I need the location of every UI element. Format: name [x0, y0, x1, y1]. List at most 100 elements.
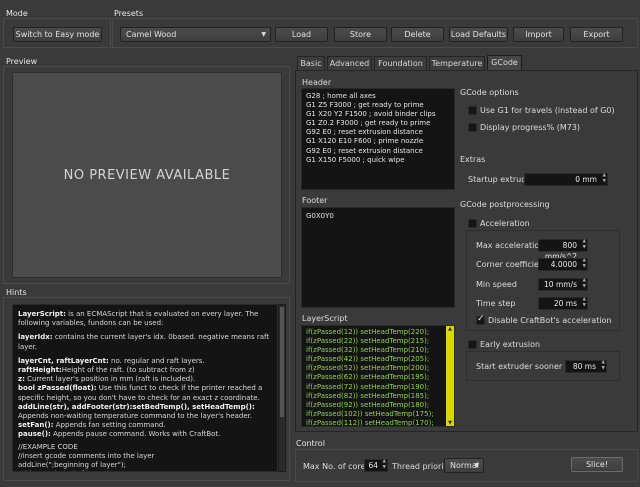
startup-extrude-label: Startup extrude: [468, 175, 532, 184]
spinner-arrows-icon[interactable]: ▲ ▼: [583, 297, 586, 309]
spinner-arrows-icon[interactable]: ▲ ▼: [602, 360, 605, 372]
start-extruder-sooner-input[interactable]: 80 ms ▲ ▼: [565, 360, 607, 373]
display-progress-checkbox[interactable]: [468, 123, 477, 132]
max-acceleration-input[interactable]: 800 mm/s^2 ▲ ▼: [538, 239, 588, 261]
spinner-arrows-icon[interactable]: ▲ ▼: [383, 459, 386, 471]
disable-craftbot-acceleration-checkbox[interactable]: [476, 314, 485, 325]
early-extrusion-checkbox[interactable]: [468, 340, 477, 349]
hint-paragraph: pause(): Appends pause command. Works wi…: [18, 430, 272, 439]
tab-gcode[interactable]: GCode: [487, 55, 522, 71]
corner-coefficient-input[interactable]: 4.0000 ▲ ▼: [538, 258, 588, 271]
start-extruder-sooner-label: Start extruder sooner: [476, 362, 563, 371]
load-defaults-button[interactable]: Load Defaults: [449, 27, 508, 42]
acceleration-label: Acceleration: [480, 219, 530, 228]
scroll-up-icon[interactable]: ▲: [446, 326, 454, 332]
corner-coefficient-value: 4.0000: [550, 260, 577, 269]
hint-term: z:: [18, 375, 25, 384]
max-cores-input[interactable]: 64 ▲ ▼: [364, 459, 388, 472]
acceleration-checkbox[interactable]: [468, 219, 477, 228]
postprocessing-title: GCode postprocessing: [460, 200, 550, 209]
spinner-arrows-icon[interactable]: ▲ ▼: [603, 173, 606, 185]
startup-extrude-input[interactable]: 0 mm ▲ ▼: [524, 173, 608, 186]
layerscript-code-line: if(zPassed(82)) setHeadTemp(185);: [306, 391, 430, 400]
hint-paragraph: LayerScript: is an ECMAScript that is ev…: [18, 310, 272, 328]
tab-advanced[interactable]: Advanced: [327, 56, 372, 71]
hints-scroll-thumb[interactable]: [280, 307, 284, 417]
corner-coefficient-label: Corner coefficient: [476, 260, 548, 269]
layerscript-code-line: if(zPassed(52)) setHeadTemp(200);: [306, 364, 430, 373]
hint-paragraph: raftHeight:Height of the raft. (to subtr…: [18, 366, 272, 375]
footer-code-line: G0X0Y0: [306, 212, 334, 220]
layerscript-editor[interactable]: if(zPassed(12)) setHeadTemp(220); if(zPas…: [301, 325, 455, 427]
layerscript-code-line: if(zPassed(112)) setHeadTemp(170);: [306, 418, 434, 427]
tab-basic[interactable]: Basic: [297, 56, 325, 71]
layerscript-scrollbar[interactable]: ▲ ▼: [446, 326, 454, 426]
hint-example-line: //EXAMPLE CODE: [18, 442, 78, 451]
preview-placeholder: NO PREVIEW AVAILABLE: [63, 168, 231, 183]
min-speed-value: 10 mm/s: [544, 280, 577, 289]
delete-button[interactable]: Delete: [391, 27, 444, 42]
layerscript-code-line: if(zPassed(22)) setHeadTemp(215);: [306, 337, 430, 346]
start-extruder-sooner-value: 80 ms: [572, 362, 596, 371]
hint-description: no. regular and raft layers.: [108, 356, 205, 365]
control-title: Control: [296, 439, 325, 448]
max-acceleration-label: Max acceleration: [476, 241, 545, 250]
hint-term: pause():: [18, 430, 51, 439]
use-g1-checkbox[interactable]: [468, 106, 477, 115]
hint-paragraph: z: Current layer's position in mm (raft …: [18, 375, 272, 384]
hint-term: setFan():: [18, 421, 54, 430]
hint-paragraph: layerCnt, raftLayerCnt: no. regular and …: [18, 357, 272, 366]
layerscript-code-line: if(zPassed(72)) setHeadTemp(190);: [306, 382, 430, 391]
load-button[interactable]: Load: [275, 27, 328, 42]
store-button[interactable]: Store: [334, 27, 387, 42]
preview-title: Preview: [6, 57, 38, 66]
hint-description: Current layer's position in mm (raft is …: [24, 375, 196, 384]
hints-example-code: //EXAMPLE CODE//insert gcode comments in…: [18, 442, 272, 471]
preset-select-value: Camel Wood: [126, 30, 177, 39]
hint-example-line: addLine(";beginning of layer");: [18, 461, 126, 470]
hint-example-line: //insert gcode comments into the layer: [18, 451, 155, 460]
preview-canvas[interactable]: NO PREVIEW AVAILABLE: [12, 72, 282, 278]
header-code-line: G92 E0 ; reset extrusion distance: [306, 128, 423, 137]
gcode-options-title: GCode options: [460, 88, 519, 97]
hint-term: layerCnt, raftLayerCnt:: [18, 356, 109, 365]
hints-scrollbar[interactable]: [278, 304, 286, 472]
early-extrusion-label: Early extrusion: [480, 340, 541, 349]
spinner-arrows-icon[interactable]: ▲ ▼: [583, 239, 586, 251]
hints-text[interactable]: LayerScript: is an ECMAScript that is ev…: [12, 304, 278, 472]
layerscript-code-line: if(zPassed(32)) setHeadTemp(210);: [306, 346, 430, 355]
thread-priority-select[interactable]: Normal ▼: [444, 458, 484, 473]
layerscript-code-line: if(zPassed(62)) setHeadTemp(195);: [306, 373, 430, 382]
header-editor[interactable]: G28 ; home all axes G1 Z5 F3000 ; get rea…: [301, 88, 455, 190]
min-speed-input[interactable]: 10 mm/s ▲ ▼: [538, 278, 588, 291]
preset-select[interactable]: Camel Wood ▼: [120, 27, 271, 42]
max-cores-label: Max No. of cores: [303, 462, 370, 471]
thread-priority-label: Thread priority: [392, 462, 452, 471]
scroll-down-icon[interactable]: ▼: [446, 420, 454, 426]
time-step-input[interactable]: 20 ms ▲ ▼: [538, 297, 588, 310]
layerscript-code-line: if(zPassed(92)) setHeadTemp(180);: [306, 400, 430, 409]
hints-title: Hints: [6, 288, 27, 297]
slice-button[interactable]: Slice!: [571, 457, 623, 472]
footer-editor[interactable]: G0X0Y0: [301, 207, 455, 308]
hint-description: Appends fan setting command.: [53, 421, 166, 430]
tab-temperature[interactable]: Temperature: [429, 56, 485, 71]
header-code-line: G1 Z5 F3000 ; get ready to prime: [306, 101, 424, 110]
export-button[interactable]: Export: [570, 27, 623, 42]
tab-foundation[interactable]: Foundation: [374, 56, 427, 71]
spinner-arrows-icon[interactable]: ▲ ▼: [583, 258, 586, 270]
startup-extrude-value: 0 mm: [575, 175, 597, 184]
hints-paragraphs: LayerScript: is an ECMAScript that is ev…: [18, 310, 272, 440]
header-code-line: G1 X150 F5000 ; quick wipe: [306, 155, 405, 164]
header-code-line: G1 X20 Y2 F1500 ; avoid binder clips: [306, 110, 436, 119]
spinner-arrows-icon[interactable]: ▲ ▼: [583, 278, 586, 290]
switch-easy-mode-button[interactable]: Switch to Easy mode: [13, 27, 102, 42]
header-code-line: G1 Z0.2 F3000 ; get ready to prime: [306, 119, 431, 128]
footer-title: Footer: [302, 196, 328, 205]
use-g1-label: Use G1 for travels (instead of G0): [480, 106, 615, 115]
header-code: G28 ; home all axes G1 Z5 F3000 ; get rea…: [306, 92, 450, 165]
import-button[interactable]: Import: [513, 27, 564, 42]
hint-description: Height of the raft. (to subtract from z): [61, 366, 195, 375]
layerscript-code: if(zPassed(12)) setHeadTemp(220); if(zPas…: [306, 328, 450, 427]
hint-paragraph: addLine(str), addFooter(str):setBedTemp(…: [18, 403, 272, 421]
